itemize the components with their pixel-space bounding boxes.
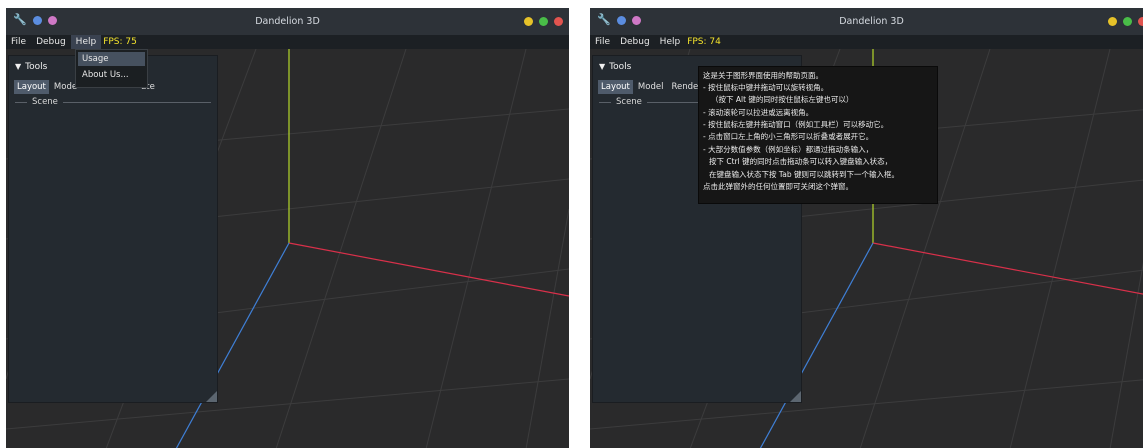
- menu-help[interactable]: Help: [70, 35, 102, 49]
- resize-grip-icon[interactable]: [206, 391, 217, 402]
- help-line: - 滚动滚轮可以拉进或远离视角。: [703, 108, 814, 117]
- menu-file[interactable]: File: [6, 35, 31, 49]
- app-window-left: 🔧 Dandelion 3D File Debug Help FPS: 75 ▼…: [6, 8, 569, 448]
- resize-grip-icon[interactable]: [790, 391, 801, 402]
- fps-counter: FPS: 74: [687, 37, 721, 47]
- tools-panel[interactable]: ▼Tools Layout Mode ate Scene: [8, 55, 218, 403]
- help-line: 在键盘输入状态下按 Tab 键则可以跳转到下一个输入框。: [709, 170, 899, 179]
- menu-file[interactable]: File: [590, 35, 615, 49]
- menu-item-about-us[interactable]: About Us...: [78, 68, 145, 82]
- fps-counter: FPS: 75: [103, 37, 137, 47]
- help-line: 按下 Ctrl 键的同时点击拖动条可以转入键盘输入状态，: [709, 157, 893, 166]
- help-line: - 按住鼠标左键并拖动窗口（例如工具栏）可以移动它。: [703, 120, 889, 129]
- collapse-triangle-icon[interactable]: ▼: [15, 62, 21, 71]
- help-line: （按下 Alt 键的同时按住鼠标左键也可以）: [711, 95, 854, 104]
- menu-item-usage[interactable]: Usage: [78, 52, 145, 66]
- tools-title: Tools: [25, 62, 48, 72]
- close-button[interactable]: [1138, 17, 1143, 26]
- x-axis-line: [288, 242, 569, 297]
- tab-model[interactable]: Model: [635, 80, 667, 94]
- minimize-button[interactable]: [1108, 17, 1117, 26]
- tools-header[interactable]: ▼ Tools: [15, 62, 47, 72]
- help-line: 点击此弹窗外的任何位置即可关闭这个弹窗。: [703, 182, 853, 191]
- minimize-button[interactable]: [524, 17, 533, 26]
- help-dropdown-menu: Usage About Us...: [75, 49, 148, 88]
- help-line: 这是关于图形界面使用的帮助页面。: [703, 71, 823, 80]
- help-line: - 大部分数值参数（例如坐标）都通过拖动条输入，: [703, 145, 874, 154]
- window-title: Dandelion 3D: [255, 16, 320, 27]
- scene-separator: Scene: [15, 97, 211, 107]
- x-axis-line: [872, 242, 1143, 295]
- menu-bar: File Debug Help FPS: 75: [6, 35, 569, 49]
- scene-label: Scene: [29, 97, 61, 107]
- app-window-right: 🔧 Dandelion 3D File Debug Help FPS: 74 ▼…: [590, 8, 1143, 448]
- title-bar[interactable]: 🔧 Dandelion 3D: [6, 8, 569, 35]
- help-line: - 点击窗口左上角的小三角形可以折叠或者展开它。: [703, 132, 874, 141]
- tools-header[interactable]: ▼ Tools: [599, 62, 631, 72]
- scene-label: Scene: [613, 97, 645, 107]
- help-usage-popup[interactable]: 这是关于图形界面使用的帮助页面。 - 按住鼠标中键并拖动可以旋转视角。 （按下 …: [698, 66, 938, 204]
- tab-layout[interactable]: Layout: [598, 80, 633, 94]
- collapse-triangle-icon[interactable]: ▼: [599, 62, 605, 71]
- close-button[interactable]: [554, 17, 563, 26]
- tools-title: Tools: [609, 62, 632, 72]
- menu-bar: File Debug Help FPS: 74: [590, 35, 1143, 49]
- menu-debug[interactable]: Debug: [31, 35, 71, 49]
- help-line: - 按住鼠标中键并拖动可以旋转视角。: [703, 83, 829, 92]
- menu-help[interactable]: Help: [655, 35, 686, 49]
- tab-render[interactable]: Rende: [668, 80, 701, 94]
- maximize-button[interactable]: [1123, 17, 1132, 26]
- menu-debug[interactable]: Debug: [615, 35, 655, 49]
- title-bar[interactable]: 🔧 Dandelion 3D: [590, 8, 1143, 35]
- tools-tabs: Layout Model Rende: [598, 80, 701, 94]
- maximize-button[interactable]: [539, 17, 548, 26]
- tab-layout[interactable]: Layout: [14, 80, 49, 94]
- window-title: Dandelion 3D: [839, 16, 904, 27]
